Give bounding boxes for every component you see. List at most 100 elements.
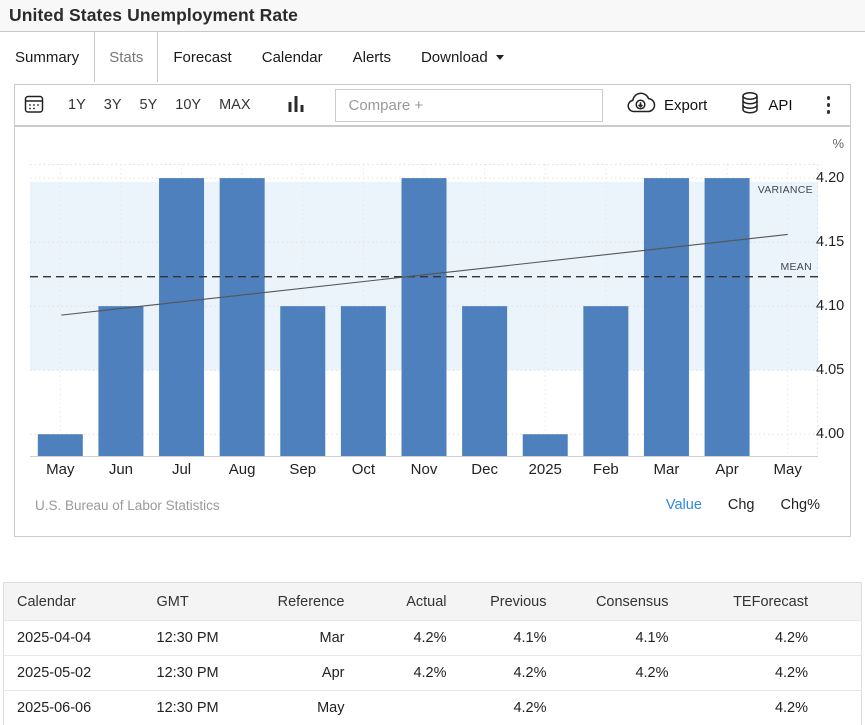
table-row: 2025-05-0212:30 PMApr4.2%4.2%4.2%4.2%	[4, 656, 862, 691]
tab-forecast[interactable]: Forecast	[158, 32, 246, 82]
legend-link-value[interactable]: Value	[666, 497, 702, 513]
table-cell: 4.2%	[677, 621, 862, 656]
page-title: United States Unemployment Rate	[9, 5, 298, 26]
table-cell: 2025-04-04	[4, 621, 144, 656]
tab-download[interactable]: Download	[406, 32, 519, 82]
tab-label: Calendar	[262, 49, 323, 66]
x-axis-tick-label: Aug	[210, 461, 274, 478]
tab-alerts[interactable]: Alerts	[338, 32, 406, 82]
legend-link-chg[interactable]: Chg	[728, 497, 755, 513]
table-cell: 4.2%	[555, 656, 677, 691]
x-axis-tick-label: Dec	[453, 461, 517, 478]
table-cell: 12:30 PM	[144, 656, 258, 691]
table-cell: 4.1%	[555, 621, 677, 656]
source-attribution: U.S. Bureau of Labor Statistics	[35, 498, 220, 513]
kebab-dot	[827, 103, 831, 107]
tab-summary[interactable]: Summary	[0, 32, 94, 82]
tab-label: Download	[421, 49, 488, 66]
table-header-previous: Previous	[455, 583, 555, 621]
table-cell: 4.2%	[455, 656, 555, 691]
table-header-teforecast: TEForecast	[677, 583, 862, 621]
table-header-consensus: Consensus	[555, 583, 677, 621]
y-axis-tick-label: 4.20	[816, 168, 850, 188]
compare-input[interactable]	[335, 89, 603, 122]
bar-Jul[interactable]	[159, 178, 204, 456]
bar-Dec[interactable]	[462, 306, 507, 456]
api-button[interactable]: API	[740, 91, 792, 119]
x-axis-tick-label: May	[28, 461, 92, 478]
bar-Sep[interactable]	[280, 306, 325, 456]
table-cell: 4.1%	[455, 621, 555, 656]
table-header-gmt: GMT	[144, 583, 258, 621]
table-header-actual: Actual	[353, 583, 455, 621]
table-cell: 4.2%	[677, 691, 862, 725]
kebab-dot	[827, 110, 831, 114]
bar-Feb[interactable]	[583, 306, 628, 456]
tab-bar: Summary Stats Forecast Calendar Alerts Downlo…	[0, 32, 865, 82]
variance-label: VARIANCE	[758, 184, 813, 196]
bar-Oct[interactable]	[341, 306, 386, 456]
table-row: 2025-04-0412:30 PMMar4.2%4.1%4.1%4.2%	[4, 621, 862, 656]
x-axis-tick-label: 2025	[513, 461, 577, 478]
x-axis-tick-label: Nov	[392, 461, 456, 478]
kebab-dot	[827, 96, 831, 100]
tab-stats[interactable]: Stats	[94, 32, 158, 82]
title-bar: United States Unemployment Rate	[0, 0, 865, 32]
series-mode-links: Value Chg Chg%	[640, 497, 820, 513]
tab-label: Summary	[15, 49, 79, 66]
range-button-3y[interactable]: 3Y	[95, 97, 131, 113]
table-header-calendar: Calendar	[4, 583, 144, 621]
x-axis-tick-label: Jun	[89, 461, 153, 478]
range-button-5y[interactable]: 5Y	[131, 97, 167, 113]
calendar-icon	[23, 93, 45, 118]
table-cell: Mar	[258, 621, 353, 656]
chart-plot	[30, 164, 818, 460]
table-row: 2025-06-0612:30 PMMay4.2%4.2%	[4, 691, 862, 725]
table-cell: 12:30 PM	[144, 621, 258, 656]
kebab-menu-button[interactable]	[823, 92, 835, 117]
tab-label: Stats	[109, 49, 143, 66]
range-button-10y[interactable]: 10Y	[166, 97, 210, 113]
x-axis-tick-label: Jul	[150, 461, 214, 478]
export-button[interactable]: Export	[625, 92, 707, 118]
x-axis-tick-label: May	[756, 461, 820, 478]
table-cell: 2025-05-02	[4, 656, 144, 691]
table-cell: 12:30 PM	[144, 691, 258, 725]
x-axis-tick-label: Mar	[634, 461, 698, 478]
x-axis-tick-label: Sep	[271, 461, 335, 478]
calendar-table: CalendarGMTReferenceActualPreviousConsen…	[3, 582, 862, 725]
y-axis-tick-label: 4.10	[816, 296, 850, 316]
column-chart-icon	[287, 94, 305, 117]
database-icon	[740, 91, 760, 119]
tab-calendar[interactable]: Calendar	[247, 32, 338, 82]
range-selector: 1Y3Y5Y10YMAX	[59, 97, 259, 113]
tab-label: Forecast	[173, 49, 231, 66]
table-cell: May	[258, 691, 353, 725]
date-range-calendar-button[interactable]	[23, 93, 45, 118]
y-axis-tick-label: 4.05	[816, 360, 850, 380]
table-cell: 2025-06-06	[4, 691, 144, 725]
chart-type-button[interactable]	[287, 94, 305, 117]
x-axis-tick-label: Feb	[574, 461, 638, 478]
legend-link-chg[interactable]: Chg%	[781, 497, 821, 513]
bar-2025[interactable]	[523, 434, 568, 456]
bar-Apr[interactable]	[705, 178, 750, 456]
bar-Nov[interactable]	[402, 178, 447, 456]
bar-May[interactable]	[38, 434, 83, 456]
mean-label: MEAN	[780, 261, 812, 273]
calendar-table-wrap: CalendarGMTReferenceActualPreviousConsen…	[3, 582, 862, 725]
table-cell: Apr	[258, 656, 353, 691]
table-cell	[555, 691, 677, 725]
table-cell: 4.2%	[353, 621, 455, 656]
bar-Jun[interactable]	[98, 306, 143, 456]
x-axis-tick-label: Apr	[695, 461, 759, 478]
range-button-max[interactable]: MAX	[210, 97, 259, 113]
table-header-row: CalendarGMTReferenceActualPreviousConsen…	[4, 583, 862, 621]
range-button-1y[interactable]: 1Y	[59, 97, 95, 113]
api-label: API	[768, 97, 792, 114]
chart-toolbar: 1Y3Y5Y10YMAX Export	[14, 84, 851, 126]
bar-Mar[interactable]	[644, 178, 689, 456]
cloud-download-icon	[625, 92, 656, 118]
y-axis-tick-label: 4.00	[816, 424, 850, 444]
bar-Aug[interactable]	[220, 178, 265, 456]
